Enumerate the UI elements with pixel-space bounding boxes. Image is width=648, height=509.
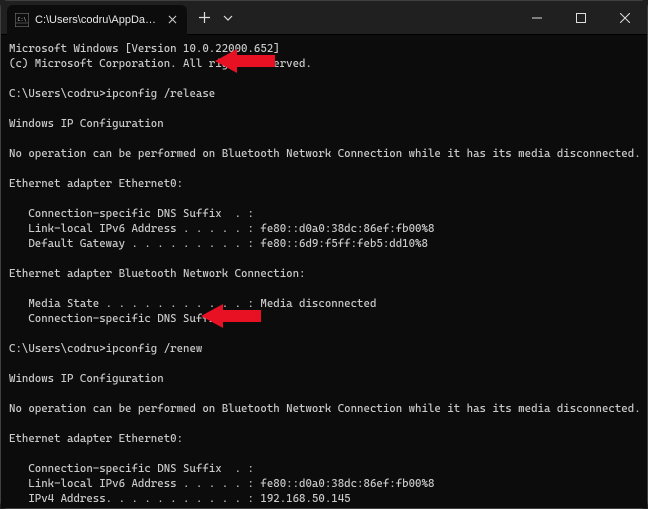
tab-close-button[interactable]: [165, 13, 179, 27]
terminal-line: [9, 356, 639, 371]
tab-dropdown-button[interactable]: [217, 5, 239, 31]
terminal-line: C:\Users\codru>ipconfig /renew: [9, 341, 639, 356]
terminal-line: [9, 251, 639, 266]
terminal-line: [9, 161, 639, 176]
titlebar: C:\ C:\Users\codru\AppData\Roa: [1, 1, 647, 35]
terminal-line: Ethernet adapter Ethernet0:: [9, 431, 639, 446]
terminal-line: Windows IP Configuration: [9, 371, 639, 386]
cmd-icon: C:\: [15, 13, 29, 27]
terminal-line: [9, 71, 639, 86]
terminal-line: [9, 131, 639, 146]
terminal-line: Default Gateway . . . . . . . . . : fe80…: [9, 236, 639, 251]
terminal-line: IPv4 Address. . . . . . . . . . . : 192.…: [9, 491, 639, 506]
terminal-line: C:\Users\codru>ipconfig /release: [9, 86, 639, 101]
terminal-line: Subnet Mask . . . . . . . . . . . : 255.…: [9, 506, 639, 508]
terminal-line: [9, 446, 639, 461]
terminal-line: Link-local IPv6 Address . . . . . : fe80…: [9, 221, 639, 236]
terminal-line: No operation can be performed on Bluetoo…: [9, 146, 639, 161]
terminal-line: (c) Microsoft Corporation. All rights re…: [9, 56, 639, 71]
svg-text:C:\: C:\: [18, 17, 27, 23]
terminal-output[interactable]: Microsoft Windows [Version 10.0.22000.65…: [1, 35, 647, 508]
terminal-line: [9, 191, 639, 206]
tab-active[interactable]: C:\ C:\Users\codru\AppData\Roa: [7, 5, 187, 35]
terminal-line: Link-local IPv6 Address . . . . . : fe80…: [9, 476, 639, 491]
terminal-line: No operation can be performed on Bluetoo…: [9, 401, 639, 416]
maximize-button[interactable]: [559, 1, 603, 35]
terminal-line: [9, 281, 639, 296]
terminal-line: Ethernet adapter Ethernet0:: [9, 176, 639, 191]
terminal-line: Media State . . . . . . . . . . . : Medi…: [9, 296, 639, 311]
terminal-line: Connection-specific DNS Suffix . :: [9, 311, 639, 326]
terminal-line: [9, 416, 639, 431]
terminal-line: [9, 101, 639, 116]
terminal-line: Windows IP Configuration: [9, 116, 639, 131]
terminal-line: Connection-specific DNS Suffix . :: [9, 461, 639, 476]
terminal-line: Connection-specific DNS Suffix . :: [9, 206, 639, 221]
close-window-button[interactable]: [603, 1, 647, 35]
terminal-line: [9, 326, 639, 341]
terminal-line: Microsoft Windows [Version 10.0.22000.65…: [9, 41, 639, 56]
terminal-line: Ethernet adapter Bluetooth Network Conne…: [9, 266, 639, 281]
tab-title: C:\Users\codru\AppData\Roa: [35, 14, 159, 26]
terminal-line: [9, 386, 639, 401]
minimize-button[interactable]: [515, 1, 559, 35]
new-tab-button[interactable]: [191, 5, 217, 31]
